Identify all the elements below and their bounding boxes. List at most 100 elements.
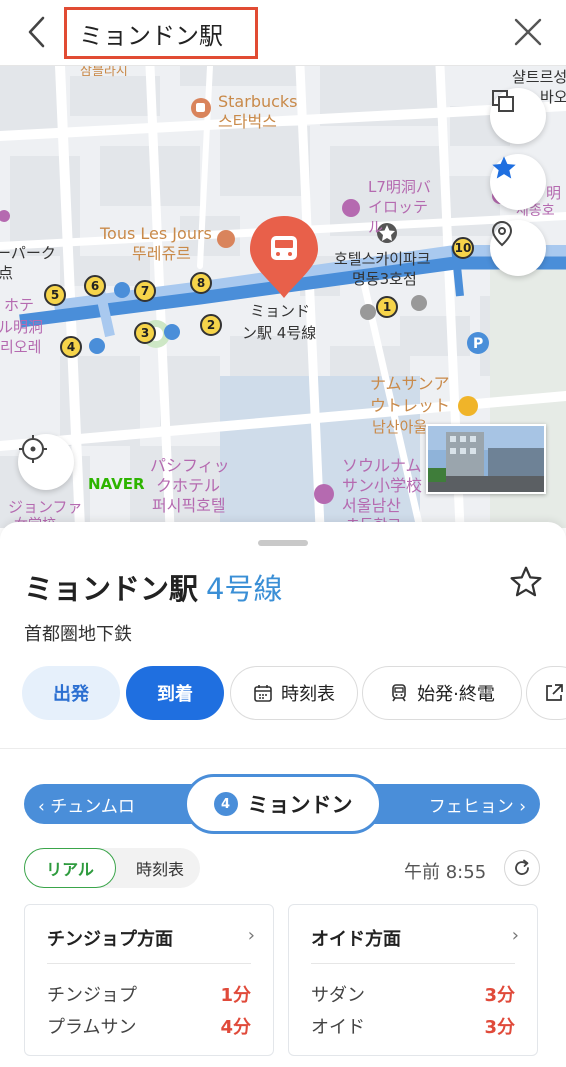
- map-label-pacific-3[interactable]: 퍼시픽호텔: [152, 496, 226, 515]
- map-label-skypark-1[interactable]: 호텔스카이파크: [334, 250, 431, 269]
- exit-marker-6[interactable]: 6: [84, 275, 106, 297]
- favorite-button[interactable]: [508, 564, 544, 600]
- prev-station-label: チュンムロ: [50, 797, 135, 817]
- map-label-skypark-2[interactable]: 명동3호점: [352, 270, 417, 289]
- crosshair-icon: [19, 435, 47, 463]
- map-label-seoul-2[interactable]: サン小学校: [342, 476, 422, 495]
- timetable-button[interactable]: 時刻表: [230, 666, 358, 720]
- refresh-button[interactable]: [504, 850, 540, 886]
- calendar-icon: [253, 683, 273, 703]
- first-last-train-button[interactable]: 始発·終電: [362, 666, 522, 720]
- station-title: ミョンドン駅 4号線: [24, 566, 282, 608]
- map-label-seoul-1[interactable]: ソウルナム: [342, 456, 422, 475]
- map-label-station-2[interactable]: ン駅 4号線: [242, 324, 316, 343]
- depart-label: 出発: [53, 684, 89, 705]
- arrival-minutes: 3分: [484, 985, 515, 1006]
- direction-card[interactable]: チンジョプ方面 › チンジョプ 1分 プラムサン 4分: [24, 904, 274, 1056]
- exit-marker-5[interactable]: 5: [44, 284, 66, 306]
- close-icon: [514, 18, 542, 46]
- street-view-thumbnail[interactable]: [426, 424, 546, 494]
- map-label-l7-3[interactable]: ル: [368, 218, 383, 237]
- map-label-seoul-3[interactable]: 서울남산: [342, 496, 401, 515]
- direction-card[interactable]: オイド方面 › サダン 3分 オイド 3分: [288, 904, 538, 1056]
- first-last-label: 始発·終電: [417, 684, 495, 705]
- naver-logo: NAVER: [88, 475, 145, 493]
- exit-marker-10[interactable]: 10: [452, 237, 474, 259]
- section-divider: [0, 748, 566, 749]
- chevron-right-small-icon: ›: [513, 797, 526, 817]
- exit-marker-4[interactable]: 4: [60, 336, 82, 358]
- arrival-minutes: 4分: [220, 1017, 251, 1038]
- action-buttons: 出発 到着 時刻表 始発·終電: [22, 666, 566, 720]
- layers-icon: [492, 90, 514, 112]
- current-time: 午前 8:55: [404, 862, 487, 883]
- map-label-right-school-1[interactable]: 明: [546, 184, 561, 203]
- map-label-pacific-1[interactable]: パシフィッ: [150, 456, 230, 475]
- sheet-drag-handle[interactable]: [258, 540, 308, 546]
- exit-marker-2[interactable]: 2: [200, 314, 222, 336]
- map-label-starbucks-ko[interactable]: 스타벅스: [218, 112, 277, 131]
- timetable-label: 時刻表: [281, 684, 335, 705]
- view-toggle: リアル 時刻表: [24, 848, 200, 888]
- star-outline-icon: [510, 566, 542, 597]
- chevron-left-small-icon: ‹: [38, 797, 51, 817]
- map-label-left-hotel-1[interactable]: ホテ: [4, 296, 34, 315]
- map-label-namsan-3[interactable]: 남산아울: [372, 418, 427, 437]
- exit-marker-3[interactable]: 3: [134, 322, 156, 344]
- map-label-station-1[interactable]: ミョンド: [250, 302, 310, 321]
- map-label-left-1[interactable]: ジョンファ: [8, 498, 83, 517]
- close-button[interactable]: [508, 12, 548, 52]
- map-label-left-park-2[interactable]: 点: [0, 264, 13, 283]
- refresh-icon: [515, 859, 529, 875]
- map-view[interactable]: P 삼블라시 Starbucks 스타벅스 Tous Les Jours 뚜레쥬…: [0, 66, 566, 528]
- map-label-right-top-1[interactable]: 샬트르성: [512, 68, 566, 87]
- arrive-button[interactable]: 到着: [126, 666, 224, 720]
- exit-marker-1[interactable]: 1: [376, 296, 398, 318]
- map-label-namsan-1[interactable]: ナムサンア: [370, 374, 450, 393]
- map-label-pacific-2[interactable]: クホテル: [156, 476, 220, 495]
- arrival-station: プラムサン: [47, 1017, 137, 1038]
- line-number-badge: 4: [213, 792, 238, 816]
- map-label-l7-2[interactable]: イロッテ: [368, 198, 428, 217]
- realtime-tab[interactable]: リアル: [24, 848, 116, 888]
- search-input[interactable]: ミョンドン駅: [64, 7, 258, 59]
- map-label-left-hotel-2[interactable]: ル明洞: [0, 318, 43, 337]
- arrival-row: サダン 3分: [311, 981, 515, 1006]
- app-root: ミョンドン駅 P 삼블라시 Starbucks 스타벅스 Tous Les Jo…: [0, 0, 566, 1067]
- prev-station-button[interactable]: ‹ チュンムロ: [38, 792, 135, 817]
- next-station-button[interactable]: フェヒョン ›: [429, 792, 526, 817]
- realtime-label: リアル: [46, 860, 94, 879]
- map-label-starbucks-en[interactable]: Starbucks: [218, 92, 298, 111]
- current-location-button[interactable]: [18, 434, 74, 490]
- favorite-map-button[interactable]: [490, 154, 546, 210]
- depart-button[interactable]: 出発: [22, 666, 120, 720]
- current-station-label: ミョンドン: [247, 793, 353, 817]
- share-button[interactable]: [526, 666, 566, 720]
- card-divider: [311, 963, 515, 964]
- top-bar: ミョンドン駅: [0, 0, 566, 66]
- map-label-left-hotel-3[interactable]: 리오레: [0, 338, 41, 357]
- search-text: ミョンドン駅: [79, 21, 223, 50]
- map-label-left-park-1[interactable]: ーパーク: [0, 244, 56, 263]
- arrival-minutes: 3分: [484, 1017, 515, 1038]
- arrival-station: サダン: [311, 985, 365, 1006]
- back-button[interactable]: [22, 14, 52, 50]
- map-label-tous-en[interactable]: Tous Les Jours: [100, 224, 212, 243]
- map-label-l7-1[interactable]: L7明洞バ: [368, 178, 431, 197]
- street-view-image: [428, 426, 544, 492]
- card-divider: [47, 963, 251, 964]
- map-label-tous-ko[interactable]: 뚜레쥬르: [132, 244, 191, 263]
- location-pin-button[interactable]: [490, 220, 546, 276]
- next-station-label: フェヒョン: [428, 797, 514, 817]
- exit-marker-8[interactable]: 8: [190, 272, 212, 294]
- arrive-label: 到着: [157, 684, 193, 705]
- map-label-namsan-2[interactable]: ウトレット: [370, 396, 450, 415]
- svg-text:P: P: [473, 336, 483, 352]
- chevron-right-icon: ›: [247, 925, 255, 946]
- map-label-right-top-2[interactable]: 바오로: [540, 88, 566, 107]
- arrival-minutes: 1分: [220, 985, 251, 1006]
- train-icon: [389, 683, 409, 703]
- exit-marker-7[interactable]: 7: [134, 280, 156, 302]
- layers-button[interactable]: [490, 88, 546, 144]
- timetable-tab[interactable]: 時刻表: [122, 848, 198, 888]
